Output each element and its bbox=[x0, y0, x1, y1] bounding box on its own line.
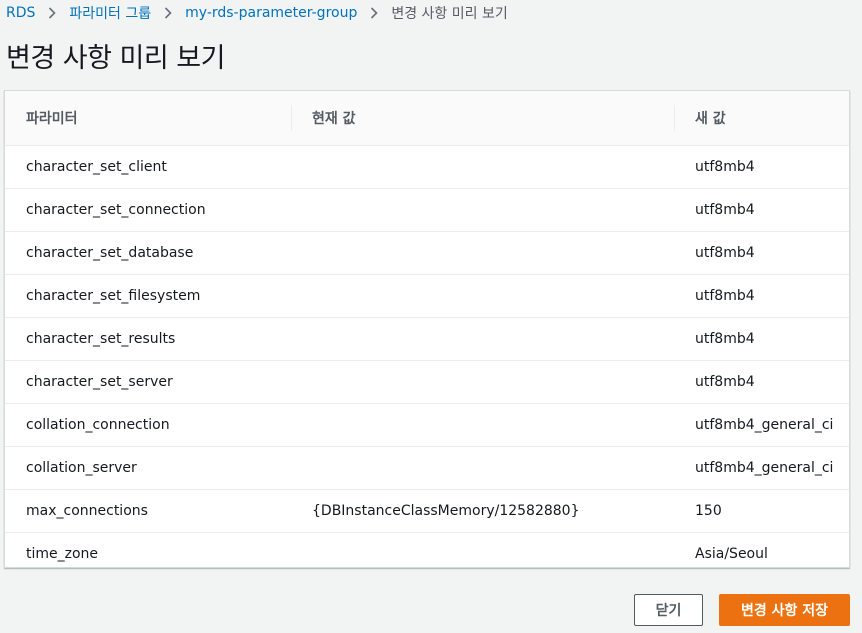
cell-new-value: utf8mb4 bbox=[674, 317, 849, 361]
cell-new-value: utf8mb4 bbox=[674, 231, 849, 275]
cell-parameter: max_connections bbox=[5, 489, 291, 533]
breadcrumb: RDS 파라미터 그룹 my-rds-parameter-group 변경 사항… bbox=[6, 3, 508, 23]
cell-current-value bbox=[291, 360, 674, 404]
column-header-current-value-label: 현재 값 bbox=[312, 110, 356, 127]
table-row: character_set_client utf8mb4 bbox=[5, 145, 849, 189]
page-title: 변경 사항 미리 보기 bbox=[6, 43, 225, 74]
cell-new-value: 150 bbox=[674, 489, 849, 533]
cell-parameter: time_zone bbox=[26, 545, 99, 562]
cell-new-value: utf8mb4 bbox=[674, 188, 849, 232]
cell-current-value bbox=[291, 188, 674, 232]
table-row: character_set_results utf8mb4 bbox=[5, 317, 849, 361]
cell-new-value: utf8mb4 bbox=[674, 360, 849, 404]
chevron-right-icon bbox=[48, 7, 57, 19]
cell-parameter: collation_connection bbox=[5, 403, 291, 447]
changes-table-panel: 파라미터 현재 값 새 값 character_set_client utf8m… bbox=[4, 90, 850, 568]
save-changes-button[interactable]: 변경 사항 저장 bbox=[719, 594, 850, 626]
column-header-current-value: 현재 값 bbox=[291, 91, 674, 146]
cell-parameter: character_set_client bbox=[5, 145, 291, 189]
breadcrumb-current: 변경 사항 미리 보기 bbox=[391, 6, 508, 22]
cell-current-value bbox=[291, 403, 674, 447]
cell-new-value: utf8mb4_general_ci bbox=[674, 403, 849, 447]
cell-new-value: utf8mb4 bbox=[674, 274, 849, 318]
table-header-row: 파라미터 현재 값 새 값 bbox=[5, 91, 849, 146]
breadcrumb-parameter-group[interactable]: my-rds-parameter-group bbox=[185, 5, 357, 21]
cell-current-value: {DBInstanceClassMemory/12582880} bbox=[291, 489, 674, 533]
column-header-parameter: 파라미터 bbox=[5, 91, 291, 146]
cell-parameter: character_set_server bbox=[5, 360, 291, 404]
table-row: character_set_connection utf8mb4 bbox=[5, 188, 849, 232]
cell-new-value: Asia/Seoul bbox=[695, 545, 768, 562]
table-row: max_connections {DBInstanceClassMemory/1… bbox=[5, 489, 849, 533]
cell-current-value bbox=[291, 317, 674, 361]
cell-current-value bbox=[291, 231, 674, 275]
cell-parameter: character_set_database bbox=[5, 231, 291, 275]
table-row: character_set_filesystem utf8mb4 bbox=[5, 274, 849, 318]
cell-current-value bbox=[291, 446, 674, 490]
changes-table: 파라미터 현재 값 새 값 character_set_client utf8m… bbox=[5, 91, 849, 575]
chevron-right-icon bbox=[164, 7, 172, 19]
breadcrumb-parameter-groups[interactable]: 파라미터 그룹 bbox=[69, 3, 151, 23]
cell-current-value bbox=[291, 145, 674, 189]
cell-current-value bbox=[291, 532, 674, 575]
cell-parameter: character_set_results bbox=[5, 317, 291, 361]
cell-parameter: collation_server bbox=[5, 446, 291, 490]
cell-parameter: character_set_filesystem bbox=[5, 274, 291, 318]
chevron-right-icon bbox=[370, 7, 378, 19]
cell-current-value bbox=[291, 274, 674, 318]
table-row: character_set_database utf8mb4 bbox=[5, 231, 849, 275]
breadcrumb-rds[interactable]: RDS bbox=[6, 5, 35, 21]
column-header-new-value-label: 새 값 bbox=[695, 110, 726, 127]
table-row: character_set_server utf8mb4 bbox=[5, 360, 849, 404]
column-header-new-value: 새 값 bbox=[674, 91, 849, 146]
cell-parameter: character_set_connection bbox=[5, 188, 291, 232]
cell-new-value: utf8mb4_general_ci bbox=[674, 446, 849, 490]
table-row: time_zone Asia/Seoul bbox=[5, 532, 849, 575]
cell-new-value: utf8mb4 bbox=[674, 145, 849, 189]
table-row: collation_server utf8mb4_general_ci bbox=[5, 446, 849, 490]
close-button[interactable]: 닫기 bbox=[634, 594, 703, 626]
table-row: collation_connection utf8mb4_general_ci bbox=[5, 403, 849, 447]
